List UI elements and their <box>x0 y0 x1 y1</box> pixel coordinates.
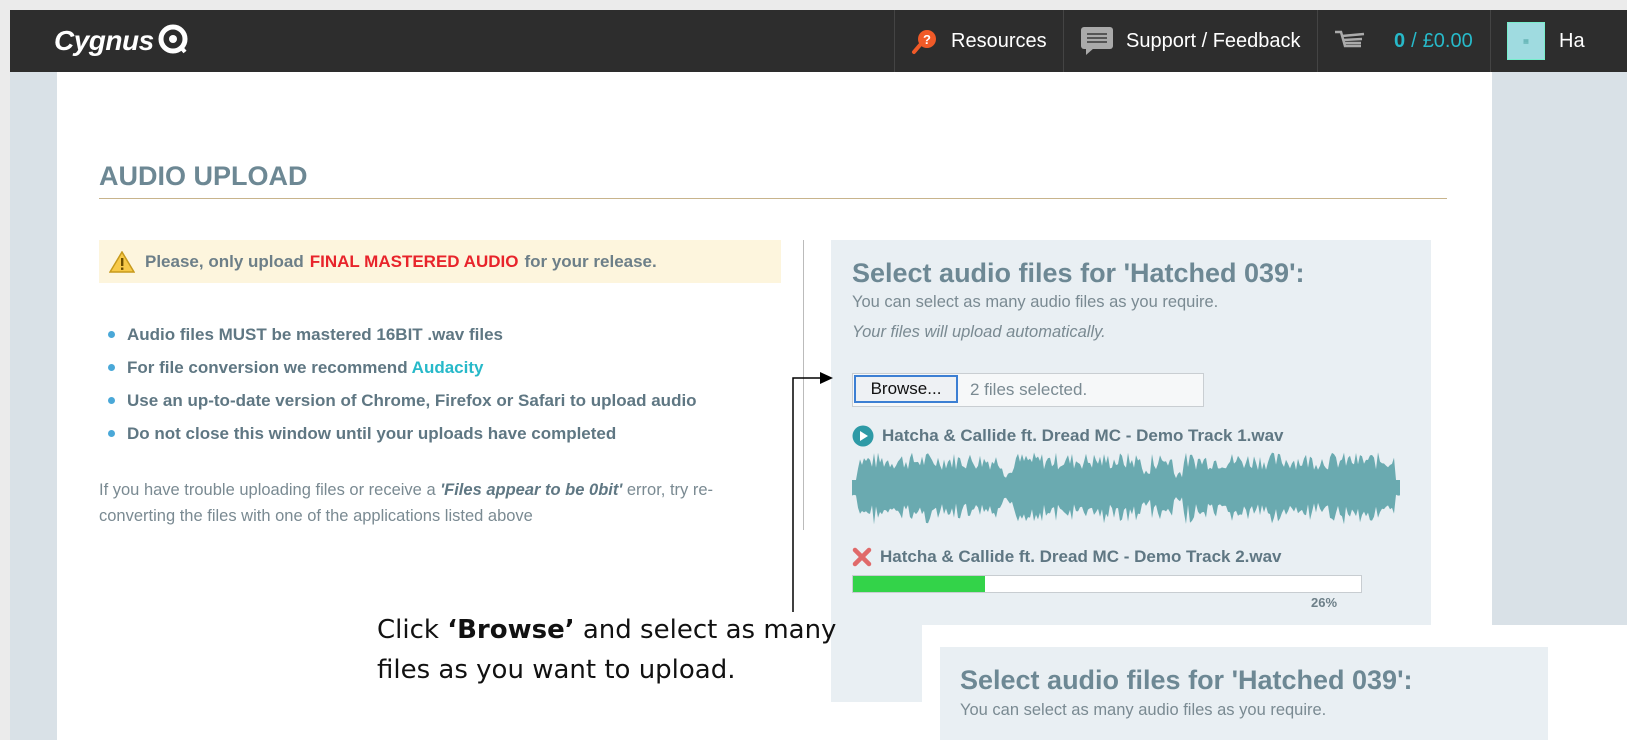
upload-guidelines: Audio files MUST be mastered 16BIT .wav … <box>105 322 697 454</box>
track-row: Hatcha & Callide ft. Dread MC - Demo Tra… <box>852 547 1282 567</box>
error-quote: 'Files appear to be 0bit' <box>440 481 623 499</box>
page-title: AUDIO UPLOAD <box>99 161 308 191</box>
nav-cart[interactable]: 0/£0.00 <box>1317 10 1512 72</box>
upload-progress-bar <box>852 575 1362 593</box>
upload-title: Select audio files for 'Hatched 039': <box>852 258 1305 288</box>
overlay-screenshot: Select audio files for 'Hatched 039': Yo… <box>922 625 1627 740</box>
warning-banner: Please, only upload FINAL MASTERED AUDIO… <box>99 240 781 283</box>
cart-icon <box>1334 28 1366 54</box>
auto-upload-note: Your files will upload automatically. <box>852 323 1106 341</box>
upload-progress-fill <box>853 576 986 592</box>
guideline-item: Audio files MUST be mastered 16BIT .wav … <box>105 322 697 355</box>
user-label: Ha <box>1559 29 1585 52</box>
nav-support-label: Support / Feedback <box>1126 29 1301 52</box>
guideline-item: For file conversion we recommend Audacit… <box>105 355 697 388</box>
upload-progress-label: 26% <box>1311 595 1338 610</box>
nav-support-feedback[interactable]: Support / Feedback <box>1063 10 1325 72</box>
warning-icon <box>109 250 135 273</box>
avatar: ▦ <box>1507 22 1545 60</box>
file-status: 2 files selected. <box>970 380 1088 399</box>
column-divider <box>803 240 804 530</box>
overlay-upload-subtitle: You can select as many audio files as yo… <box>960 701 1327 719</box>
track-name: Hatcha & Callide ft. Dread MC - Demo Tra… <box>880 547 1282 566</box>
cart-count: 0 <box>1394 29 1406 52</box>
audacity-link[interactable]: Audacity <box>412 358 484 377</box>
top-nav-bar: Cygnus ? Resources Support / Feedback 0/… <box>10 10 1627 72</box>
speech-bubble-icon <box>1080 26 1114 56</box>
file-input[interactable]: Browse... 2 files selected. <box>852 373 1204 407</box>
overlay-upload-title: Select audio files for 'Hatched 039': <box>960 665 1413 695</box>
resources-icon: ? <box>911 27 939 55</box>
annotation-prefix: Click <box>377 615 439 645</box>
svg-text:?: ? <box>923 32 931 47</box>
guideline-item: Use an up-to-date version of Chrome, Fir… <box>105 388 697 421</box>
annotation-callout: Click ‘Browse’ and select as many files … <box>377 610 836 690</box>
track-name: Hatcha & Callide ft. Dread MC - Demo Tra… <box>882 426 1284 445</box>
waveform-shape <box>852 452 1400 525</box>
track-row: Hatcha & Callide ft. Dread MC - Demo Tra… <box>852 425 1284 447</box>
nav-user-menu[interactable]: ▦ Ha <box>1490 10 1627 72</box>
overlay-upload-panel: Select audio files for 'Hatched 039': Yo… <box>940 647 1548 740</box>
warning-suffix: for your release. <box>524 251 657 271</box>
logo-mark-icon <box>158 24 188 61</box>
warning-highlight: FINAL MASTERED AUDIO <box>309 251 519 271</box>
title-divider <box>99 198 1447 199</box>
waveform[interactable] <box>852 451 1400 525</box>
nav-resources[interactable]: ? Resources <box>894 10 1071 72</box>
logo-text: Cygnus <box>54 25 154 56</box>
upload-subtitle: You can select as many audio files as yo… <box>852 293 1219 311</box>
remove-icon[interactable] <box>852 547 872 567</box>
guideline-item: Do not close this window until your uplo… <box>105 421 697 454</box>
annotation-emphasis: ‘Browse’ <box>447 615 575 645</box>
cart-total: £0.00 <box>1422 29 1473 52</box>
browse-button[interactable]: Browse... <box>854 375 958 403</box>
cygnus-logo[interactable]: Cygnus <box>54 24 188 61</box>
nav-resources-label: Resources <box>951 29 1047 52</box>
annotation-line1-end: and select as many <box>582 615 837 645</box>
warning-prefix: Please, only upload <box>145 251 304 271</box>
annotation-line2: files as you want to upload. <box>377 655 736 685</box>
troubleshooting-note: If you have trouble uploading files or r… <box>99 481 714 525</box>
play-icon[interactable] <box>852 425 874 447</box>
